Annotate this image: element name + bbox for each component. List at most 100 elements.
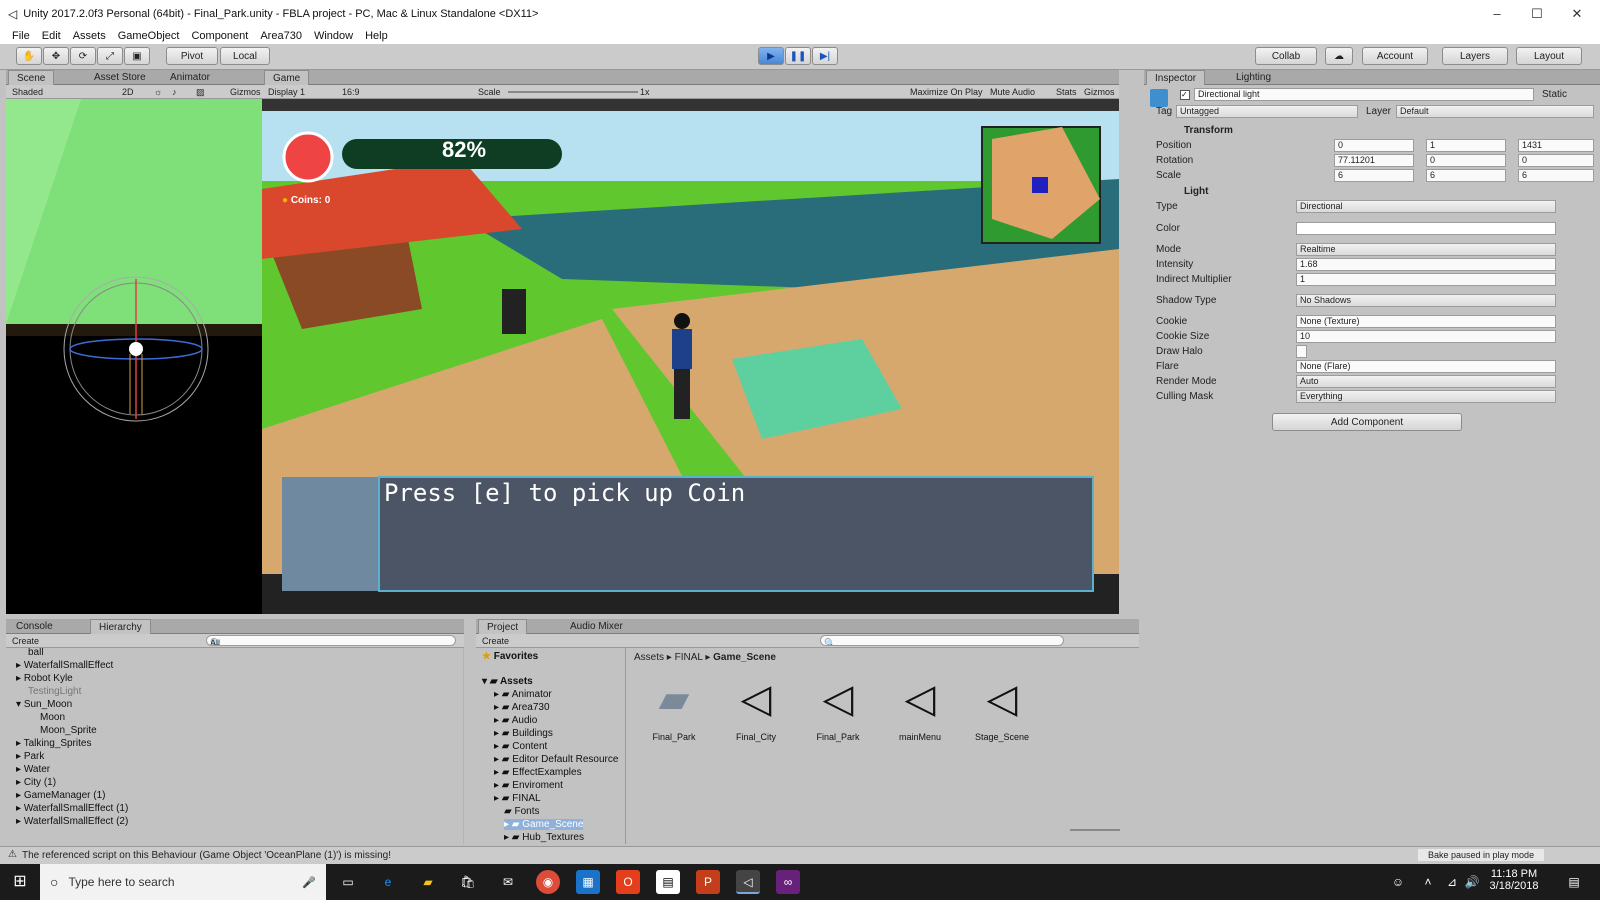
notifications-icon[interactable]: ▤ [1562,870,1586,894]
windows-start-icon[interactable]: ⊞ [8,870,32,894]
store-icon[interactable]: 🛍 [456,870,480,894]
scale-z[interactable]: 6 [1518,169,1594,182]
audio-icon[interactable]: ♪ [172,85,177,99]
tab-hierarchy[interactable]: Hierarchy [90,619,151,634]
layout-dropdown[interactable]: Layout [1516,47,1582,65]
tab-game[interactable]: Game [264,70,310,85]
pause-button[interactable]: ❚❚ [785,47,811,65]
play-button[interactable]: ▶ [758,47,784,65]
position-z[interactable]: 1431 [1518,139,1594,152]
project-create-dropdown[interactable]: Create [482,634,509,648]
menu-file[interactable]: File [6,30,36,42]
assets-root-item[interactable]: ▾ ▰ Assets [482,676,533,687]
stats-toggle[interactable]: Stats [1056,85,1077,99]
sun-icon[interactable]: ☼ [154,85,162,99]
expand-arrow-icon[interactable]: ▸ [16,751,24,762]
aspect-dropdown[interactable]: 16:9 [342,85,360,99]
project-folder-item[interactable]: ▸ ▰ Editor Default Resource [494,754,618,765]
project-file-item[interactable]: ▰ Final_Park [644,674,704,742]
tray-chevron-icon[interactable]: ˄ [1416,870,1440,894]
layer-dropdown[interactable]: Default [1396,105,1594,118]
light-prop-value[interactable]: 1.68 [1296,258,1556,271]
menu-window[interactable]: Window [308,30,359,42]
light-header[interactable]: Light [1184,186,1208,197]
rect-tool-icon[interactable]: ▣ [124,47,150,65]
tab-asset-store[interactable]: Asset Store [86,70,154,85]
project-file-item[interactable]: ◁ mainMenu [890,674,950,742]
pivot-toggle[interactable]: Pivot [166,47,218,65]
expand-arrow-icon[interactable]: ▾ [16,699,24,710]
expand-arrow-icon[interactable]: ▸ [16,738,24,749]
active-checkbox[interactable]: ✓ [1180,90,1190,100]
minimize-button[interactable]: – [1478,0,1516,28]
people-icon[interactable]: ☺ [1386,870,1410,894]
edge-icon[interactable]: e [376,870,400,894]
tab-audio-mixer[interactable]: Audio Mixer [562,619,631,634]
tab-lighting[interactable]: Lighting [1228,70,1279,85]
light-prop-value[interactable]: Auto [1296,375,1556,388]
hierarchy-item[interactable]: ▸ City (1) [16,777,56,788]
scale-slider[interactable] [508,91,638,93]
shading-dropdown[interactable]: Shaded [12,85,43,99]
expand-arrow-icon[interactable]: ▸ [16,764,24,775]
add-component-button[interactable]: Add Component [1272,413,1462,431]
visual-studio-icon[interactable]: ∞ [776,870,800,894]
project-folder-item[interactable]: ▸ ▰ FINAL [494,793,541,804]
scale-tool-icon[interactable]: ⤢ [97,47,123,65]
rotate-tool-icon[interactable]: ⟳ [70,47,96,65]
light-prop-value[interactable]: Directional [1296,200,1556,213]
expand-arrow-icon[interactable]: ▸ [16,816,24,827]
hierarchy-item[interactable]: ▸ Robot Kyle [16,673,73,684]
rotation-y[interactable]: 0 [1426,154,1506,167]
project-folder-item[interactable]: ▸ ▰ Game_Scene [504,819,584,830]
static-toggle[interactable]: Static [1542,89,1567,100]
tab-project[interactable]: Project [478,619,528,634]
project-file-item[interactable]: ◁ Final_City [726,674,786,742]
tab-scene[interactable]: Scene [8,70,55,85]
project-folder-item[interactable]: ▸ ▰ Animator [494,689,552,700]
light-prop-value[interactable]: Everything [1296,390,1556,403]
mail-icon[interactable]: ✉ [496,870,520,894]
expand-arrow-icon[interactable]: ▸ [16,803,24,814]
light-prop-value[interactable] [1296,345,1307,358]
menu-assets[interactable]: Assets [67,30,112,42]
project-folder-item[interactable]: ▸ ▰ Buildings [494,728,553,739]
expand-arrow-icon[interactable]: ▸ [16,790,24,801]
unity-taskbar-icon[interactable]: ◁ [736,870,760,894]
project-folder-item[interactable]: ▸ ▰ Area730 [494,702,550,713]
display-dropdown[interactable]: Display 1 [268,85,305,99]
maximize-on-play-toggle[interactable]: Maximize On Play [910,85,983,99]
hierarchy-item[interactable]: ▸ Park [16,751,44,762]
breadcrumb-final[interactable]: FINAL [675,652,703,663]
breadcrumb-assets[interactable]: Assets [634,652,664,663]
hierarchy-create-dropdown[interactable]: Create [12,634,39,648]
light-prop-value[interactable]: None (Texture) [1296,315,1556,328]
position-x[interactable]: 0 [1334,139,1414,152]
menu-component[interactable]: Component [185,30,254,42]
menu-edit[interactable]: Edit [36,30,67,42]
close-button[interactable]: ✕ [1558,0,1596,28]
clock[interactable]: 11:18 PM 3/18/2018 [1484,868,1544,892]
project-folder-item[interactable]: ▸ ▰ EffectExamples [494,767,582,778]
maximize-button[interactable]: ☐ [1518,0,1556,28]
layers-dropdown[interactable]: Layers [1442,47,1508,65]
hierarchy-scrollbar[interactable] [463,648,464,844]
image-icon[interactable]: ▨ [196,85,205,99]
hierarchy-item[interactable]: ▾ Sun_Moon [16,699,72,710]
account-dropdown[interactable]: Account [1362,47,1428,65]
mute-audio-toggle[interactable]: Mute Audio [990,85,1035,99]
expand-arrow-icon[interactable]: ▸ [16,777,24,788]
expand-arrow-icon[interactable]: ▸ [16,673,24,684]
hierarchy-item[interactable]: ▸ WaterfallSmallEffect (1) [16,803,128,814]
scale-y[interactable]: 6 [1426,169,1506,182]
status-message[interactable]: The referenced script on this Behaviour … [22,850,391,861]
favorites-item[interactable]: ★ Favorites [482,651,538,662]
light-prop-value[interactable] [1296,222,1556,235]
project-folder-item[interactable]: ▰ Fonts [504,806,539,817]
light-prop-value[interactable]: 10 [1296,330,1556,343]
hierarchy-item[interactable]: ▸ GameManager (1) [16,790,106,801]
hierarchy-item[interactable]: ▸ WaterfallSmallEffect [16,660,113,671]
menu-gameobject[interactable]: GameObject [112,30,186,42]
project-folder-item[interactable]: ▸ ▰ Hub_Textures [504,832,584,843]
position-y[interactable]: 1 [1426,139,1506,152]
